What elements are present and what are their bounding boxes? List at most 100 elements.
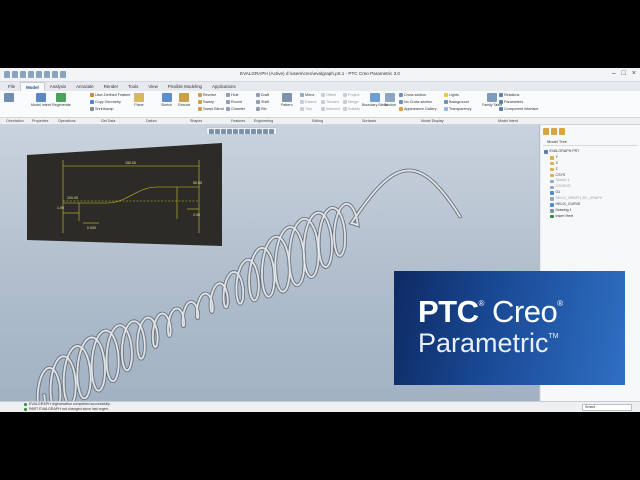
- chamfer-button[interactable]: Chamfer: [226, 107, 245, 111]
- minimize-icon[interactable]: –: [612, 70, 616, 77]
- thicken-button[interactable]: Thicken: [321, 100, 339, 104]
- shrinkwrap-label: Shrinkwrap: [95, 107, 114, 111]
- status-text-2: PART EVALGRAPH not changed since last re…: [29, 407, 109, 411]
- chamfer-label: Chamfer: [231, 107, 246, 111]
- udf-button[interactable]: User-Defined Feature: [90, 93, 130, 97]
- swept-blend-button[interactable]: Swept Blend: [198, 107, 224, 111]
- transparency-button[interactable]: Transparency: [444, 107, 471, 111]
- folder-browser-tab-icon[interactable]: [551, 128, 557, 135]
- success-icon: [24, 402, 27, 406]
- feature-icon: [550, 179, 554, 184]
- offset-button[interactable]: Offset: [321, 93, 336, 97]
- sketch-button[interactable]: Sketch: [161, 93, 172, 107]
- trim-button[interactable]: Trim: [300, 107, 312, 111]
- tab-annotate[interactable]: Annotate: [71, 82, 99, 91]
- intersect-button[interactable]: Intersect: [321, 107, 340, 111]
- sketch-dim-left: 1.00: [57, 206, 64, 210]
- feature-icon: [550, 214, 554, 219]
- copy-geometry-button[interactable]: Copy Geometry: [90, 100, 121, 104]
- intersect-icon: [321, 107, 325, 111]
- group-label-engineering[interactable]: Engineering: [254, 119, 273, 123]
- background-button[interactable]: Background: [444, 100, 469, 104]
- revolve-button[interactable]: Revolve: [198, 93, 216, 97]
- tab-flexible-modeling[interactable]: Flexible Modeling: [163, 82, 207, 91]
- relations-button[interactable]: Relations: [499, 93, 519, 97]
- solidify-label: Solidify: [348, 107, 360, 111]
- favorites-tab-icon[interactable]: [559, 128, 565, 135]
- project-icon: [343, 93, 347, 97]
- merge-button[interactable]: Merge: [343, 100, 358, 104]
- relations-icon: [499, 93, 503, 97]
- sketch-label: Sketch: [161, 103, 172, 107]
- shrinkwrap-icon: [90, 107, 94, 111]
- feature-icon: [550, 167, 554, 172]
- tab-analysis[interactable]: Analysis: [45, 82, 71, 91]
- tab-tools[interactable]: Tools: [123, 82, 143, 91]
- group-label-get-data[interactable]: Get Data: [101, 119, 115, 123]
- shrinkwrap-button[interactable]: Shrinkwrap: [90, 107, 113, 111]
- group-label-operations[interactable]: Operations: [58, 119, 76, 123]
- product-name: Parametric: [418, 328, 549, 358]
- plane-button[interactable]: Plane: [134, 93, 144, 107]
- sketch-dim-bottom: 0.000: [87, 226, 96, 230]
- hole-icon: [226, 93, 230, 97]
- tab-model[interactable]: Model: [20, 82, 45, 91]
- extend-button[interactable]: Extend: [300, 100, 316, 104]
- shell-icon: [256, 100, 260, 104]
- group-label-model-display[interactable]: Model Display: [421, 119, 444, 123]
- model-tree-item[interactable]: Insert Here: [544, 214, 638, 220]
- mirror-button[interactable]: Mirror: [300, 93, 315, 97]
- solidify-button[interactable]: Solidify: [343, 107, 360, 111]
- extrude-button[interactable]: Extrude: [178, 93, 190, 107]
- sweep-label: Sweep: [203, 100, 215, 104]
- plane-icon: [134, 93, 144, 102]
- project-button[interactable]: Project: [343, 93, 359, 97]
- appearance-gallery-button[interactable]: Appearance Gallery: [399, 107, 437, 111]
- ribbon-tabs: File Model Analysis Annotate Render Tool…: [0, 82, 640, 91]
- group-label-surfaces[interactable]: Surfaces: [362, 119, 376, 123]
- model-tree-header[interactable]: Model Tree: [543, 138, 638, 146]
- group-label-features: Features: [231, 119, 246, 123]
- background-icon: [444, 100, 448, 104]
- parameters-label: Parameters: [504, 100, 524, 104]
- family-table-icon: [487, 93, 498, 102]
- feature-icon: [550, 209, 554, 213]
- model-tree-tab-icon[interactable]: [543, 128, 549, 135]
- group-label-datum[interactable]: Datum: [146, 119, 157, 123]
- mirror-icon: [300, 93, 304, 97]
- cross-section-icon: [399, 93, 403, 97]
- brand-title: PTC® Creo®: [418, 294, 563, 330]
- close-icon[interactable]: ×: [632, 70, 636, 77]
- sketch-dim-mid: 100.00: [67, 196, 78, 200]
- lights-button[interactable]: Lights: [444, 93, 459, 97]
- orientation-button[interactable]: [4, 93, 14, 103]
- hole-button[interactable]: Hole: [226, 93, 239, 97]
- model-intent-button[interactable]: Model Intent: [31, 93, 51, 107]
- draft-button[interactable]: Draft: [256, 93, 269, 97]
- tab-file[interactable]: File: [3, 82, 20, 91]
- group-label-model-intent[interactable]: Model Intent: [498, 119, 518, 123]
- maximize-icon[interactable]: □: [622, 70, 626, 77]
- pattern-button[interactable]: Pattern: [281, 93, 293, 107]
- status-message-1: EVALGRAPH regeneration completed success…: [24, 402, 111, 406]
- round-button[interactable]: Round: [226, 100, 242, 104]
- offset-label: Offset: [326, 93, 336, 97]
- rib-button[interactable]: Rib: [256, 107, 267, 111]
- extrude-icon: [179, 93, 190, 102]
- regenerate-button[interactable]: Regenerate: [52, 93, 71, 107]
- component-interface-button[interactable]: Component Interface: [499, 107, 538, 111]
- tab-render[interactable]: Render: [99, 82, 123, 91]
- group-label-editing[interactable]: Editing: [312, 119, 323, 123]
- no-cross-section-button[interactable]: No Cross section: [399, 100, 432, 104]
- section-button[interactable]: Section: [384, 93, 396, 107]
- tab-applications[interactable]: Applications: [207, 82, 241, 91]
- cross-section-button[interactable]: Cross section: [399, 93, 426, 97]
- sweep-button[interactable]: Sweep: [198, 100, 214, 104]
- shell-button[interactable]: Shell: [256, 100, 269, 104]
- group-label-shapes[interactable]: Shapes: [190, 119, 202, 123]
- selection-filter[interactable]: Smart: [582, 404, 632, 411]
- sweep-icon: [198, 100, 202, 104]
- relations-label: Relations: [504, 93, 520, 97]
- parameters-button[interactable]: Parameters: [499, 100, 523, 104]
- tab-view[interactable]: View: [143, 82, 162, 91]
